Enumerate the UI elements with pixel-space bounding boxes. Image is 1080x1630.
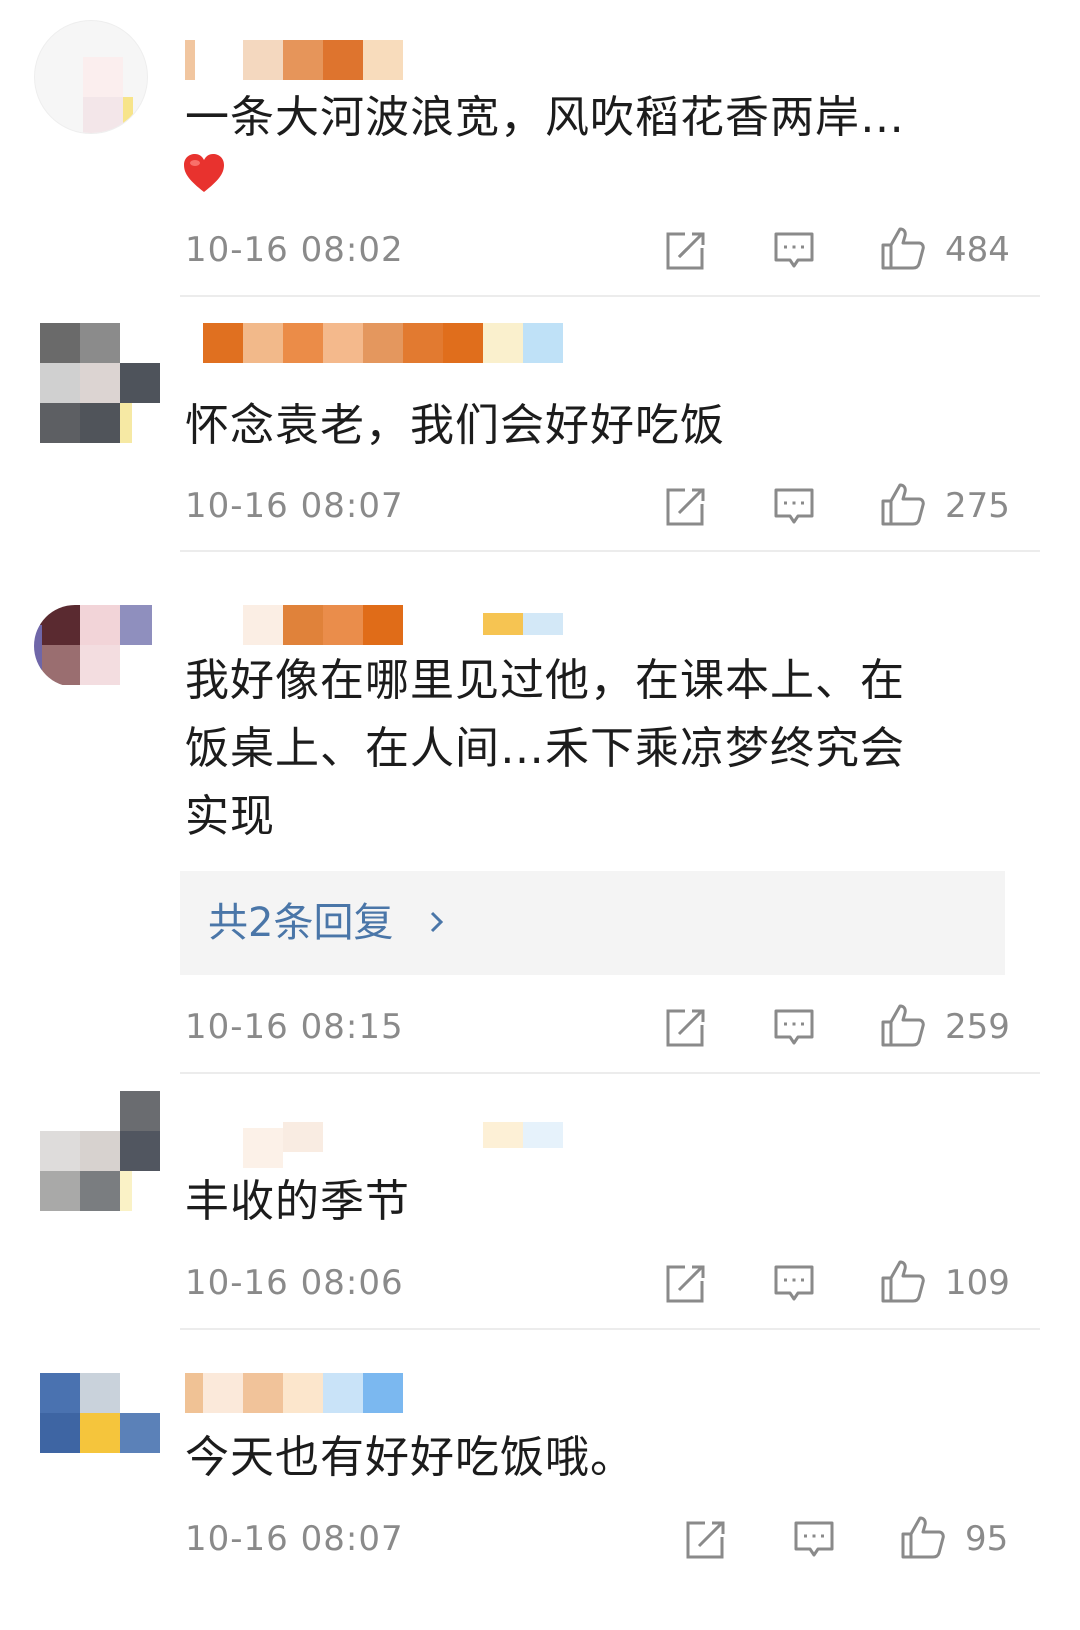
username-redacted[interactable] [185,1122,585,1168]
like-icon[interactable] [880,481,926,527]
share-icon[interactable] [685,1518,727,1560]
like-count: 95 [965,1519,1009,1559]
avatar[interactable] [34,605,152,687]
comment-icon[interactable] [773,485,815,527]
comment-text-line: 实现 [185,791,275,842]
timestamp: 10-16 08:06 [185,1263,404,1303]
comment-icon[interactable] [773,1006,815,1048]
comment-text: 丰收的季节 [185,1176,410,1227]
divider [180,295,1040,297]
timestamp: 10-16 08:07 [185,1519,404,1559]
username-redacted[interactable] [185,40,485,80]
share-icon[interactable] [665,229,707,271]
replies-box[interactable]: 共2条回复 [180,871,1005,975]
comment-icon[interactable] [773,229,815,271]
heart-emoji-icon [184,154,224,192]
username-redacted[interactable] [185,605,585,645]
comment-meta: 10-16 08:02 484 [185,225,1045,275]
comment-meta: 10-16 08:07 275 [185,481,1045,531]
avatar[interactable] [40,323,160,443]
view-replies-link[interactable]: 共2条回复 [208,893,393,953]
timestamp: 10-16 08:07 [185,486,404,526]
comment-icon[interactable] [793,1518,835,1560]
comment-text-line: 饭桌上、在人间…禾下乘凉梦终究会 [185,723,905,774]
chevron-right-icon [430,911,444,933]
username-redacted[interactable] [185,1373,585,1413]
comment-text: 一条大河波浪宽，风吹稻花香两岸… [185,92,905,143]
comment-text: 怀念袁老，我们会好好吃饭 [185,400,725,451]
avatar[interactable] [40,1091,160,1211]
divider [180,1072,1040,1074]
comment-meta: 10-16 08:06 109 [185,1258,1045,1308]
timestamp: 10-16 08:02 [185,230,404,270]
like-icon[interactable] [900,1514,946,1560]
username-redacted[interactable] [185,323,585,363]
comment-text: 我好像在哪里见过他，在课本上、在 饭桌上、在人间…禾下乘凉梦终究会 实现 [185,647,1005,851]
like-icon[interactable] [880,1258,926,1304]
like-icon[interactable] [880,225,926,271]
share-icon[interactable] [665,1262,707,1304]
avatar[interactable] [40,1373,160,1493]
comment-meta: 10-16 08:15 259 [185,1002,1045,1052]
avatar[interactable] [34,20,148,134]
share-icon[interactable] [665,1006,707,1048]
divider [180,550,1040,552]
comment-text-line: 我好像在哪里见过他，在课本上、在 [185,655,905,706]
like-count: 259 [945,1007,1010,1047]
divider [180,1328,1040,1330]
comment-icon[interactable] [773,1262,815,1304]
comment-meta: 10-16 08:07 95 [185,1514,1045,1564]
like-count: 109 [945,1263,1010,1303]
like-count: 484 [945,230,1010,270]
comment-text: 今天也有好好吃饭哦。 [185,1432,635,1483]
timestamp: 10-16 08:15 [185,1007,404,1047]
share-icon[interactable] [665,485,707,527]
like-icon[interactable] [880,1002,926,1048]
like-count: 275 [945,486,1010,526]
